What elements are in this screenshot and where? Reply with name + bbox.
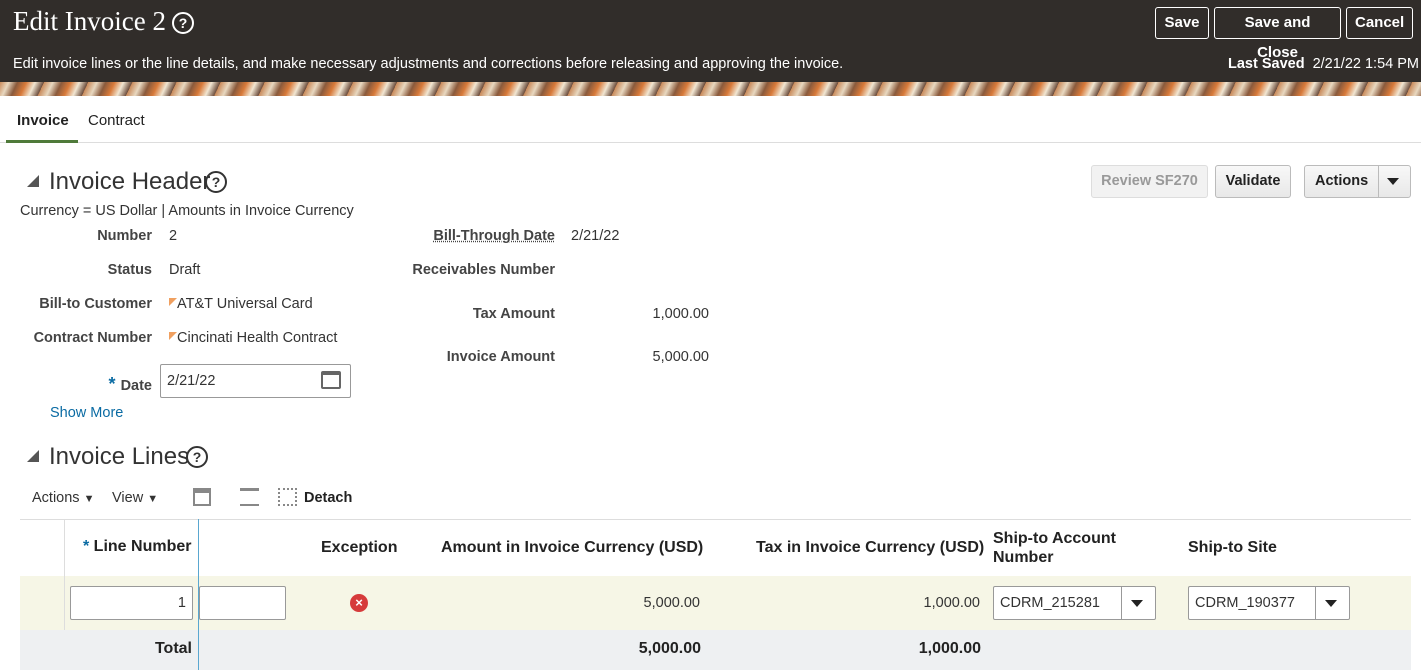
collapse-triangle-icon[interactable]: [27, 175, 39, 187]
help-icon[interactable]: ?: [205, 171, 227, 193]
chevron-down-icon: [1325, 600, 1337, 607]
currency-line: Currency = US Dollar | Amounts in Invoic…: [20, 203, 354, 219]
bill-to-customer-link[interactable]: AT&T Universal Card: [169, 296, 313, 312]
chevron-down-icon: ▼: [83, 493, 95, 505]
status-value: Draft: [169, 262, 201, 278]
help-icon[interactable]: ?: [186, 446, 208, 468]
ship-to-site-select[interactable]: CDRM_190377: [1188, 586, 1350, 620]
total-amount: 5,000.00: [638, 640, 701, 657]
last-saved: Last Saved 2/21/22 1:54 PM: [1228, 56, 1419, 72]
wrap-icon[interactable]: [240, 488, 259, 506]
bill-to-customer-label: Bill-to Customer: [39, 296, 152, 312]
chevron-down-icon: ▼: [147, 493, 159, 505]
show-more-link[interactable]: Show More: [50, 405, 123, 421]
divider: [1121, 587, 1122, 619]
invoice-header-title: Invoice Header: [49, 168, 211, 195]
chevron-down-icon: [1131, 600, 1143, 607]
help-icon[interactable]: ?: [172, 12, 194, 34]
invoice-amount-label: Invoice Amount: [446, 349, 555, 365]
invoice-lines-title: Invoice Lines: [49, 443, 190, 470]
divider: [1378, 166, 1379, 197]
actions-label: Actions: [1315, 173, 1369, 189]
tab-selected-indicator: [6, 140, 78, 143]
flag-icon: [169, 332, 177, 340]
chevron-down-icon: [1387, 178, 1399, 185]
flag-icon: [169, 298, 177, 306]
contract-number-label: Contract Number: [33, 330, 152, 346]
bill-through-date-label: Bill-Through Date: [433, 228, 555, 244]
collapse-triangle-icon[interactable]: [27, 450, 39, 462]
bill-to-customer-value: AT&T Universal Card: [177, 296, 313, 312]
total-row: [20, 630, 1411, 670]
total-tax: 1,000.00: [918, 640, 981, 657]
ship-to-account-value: CDRM_215281: [1000, 595, 1100, 611]
detach-icon[interactable]: [278, 488, 297, 506]
row-amount: 5,000.00: [643, 595, 700, 611]
actions-menu-button[interactable]: Actions: [1304, 165, 1411, 198]
divider: [1315, 587, 1316, 619]
table-top-border: [20, 519, 1411, 520]
tab-contract[interactable]: Contract: [88, 112, 145, 129]
page-subtitle: Edit invoice lines or the line details, …: [13, 56, 844, 72]
cancel-button[interactable]: Cancel: [1346, 7, 1413, 39]
line-number-input[interactable]: 1: [70, 586, 193, 620]
validate-button[interactable]: Validate: [1215, 165, 1291, 198]
last-saved-value: 2/21/22 1:54 PM: [1312, 56, 1419, 72]
column-header-amount[interactable]: Amount in Invoice Currency (USD): [441, 539, 703, 557]
last-saved-label: Last Saved: [1228, 56, 1305, 72]
ship-to-site-value: CDRM_190377: [1195, 595, 1295, 611]
total-label: Total: [154, 640, 192, 657]
row-tax: 1,000.00: [923, 595, 980, 611]
bill-through-date-value: 2/21/22: [571, 228, 620, 244]
frozen-column-divider: [198, 630, 199, 670]
tax-amount-label: Tax Amount: [472, 306, 555, 322]
detach-button[interactable]: Detach: [304, 490, 352, 506]
column-header-line-number[interactable]: * Line Number: [83, 538, 191, 556]
tax-amount-value: 1,000.00: [652, 306, 709, 322]
lines-actions-label: Actions: [32, 490, 80, 506]
calendar-icon[interactable]: [321, 371, 341, 389]
column-header-tax[interactable]: Tax in Invoice Currency (USD): [756, 539, 984, 557]
column-header-ship-to-site[interactable]: Ship-to Site: [1188, 539, 1277, 557]
view-menu[interactable]: View ▼: [112, 490, 158, 506]
status-label: Status: [107, 262, 152, 278]
number-label: Number: [97, 228, 152, 244]
date-label-text: Date: [120, 378, 152, 394]
column-header-exception[interactable]: Exception: [321, 539, 397, 557]
view-label: View: [112, 490, 144, 506]
column-header-ship-to-account[interactable]: Ship-to Account Number: [993, 529, 1143, 567]
page-header: Edit Invoice 2 ? Save Save and Close Can…: [0, 0, 1421, 82]
contract-number-value: Cincinati Health Contract: [177, 330, 338, 346]
freeze-icon[interactable]: [193, 488, 211, 506]
error-icon: ×: [350, 594, 368, 612]
receivables-number-label: Receivables Number: [412, 262, 555, 278]
date-input[interactable]: 2/21/22: [160, 364, 351, 398]
date-value: 2/21/22: [167, 373, 216, 389]
required-icon: *: [83, 538, 94, 555]
lines-actions-menu[interactable]: Actions ▼: [32, 490, 94, 506]
tab-invoice[interactable]: Invoice: [17, 112, 69, 129]
save-button[interactable]: Save: [1155, 7, 1209, 39]
page-title: Edit Invoice 2: [13, 6, 166, 36]
tab-bar: Invoice Contract: [0, 96, 1421, 143]
line-detail-input[interactable]: [199, 586, 286, 620]
ship-to-account-select[interactable]: CDRM_215281: [993, 586, 1156, 620]
date-label: * Date: [109, 374, 152, 395]
contract-number-link[interactable]: Cincinati Health Contract: [169, 330, 337, 346]
invoice-amount-value: 5,000.00: [652, 349, 709, 365]
column-divider: [64, 576, 65, 630]
required-icon: *: [108, 374, 121, 394]
line-number-header-text: Line Number: [93, 538, 192, 555]
review-sf270-button[interactable]: Review SF270: [1091, 165, 1208, 198]
decorative-banner: [0, 82, 1421, 96]
save-and-close-button[interactable]: Save and Close: [1214, 7, 1341, 61]
number-value: 2: [169, 228, 178, 244]
